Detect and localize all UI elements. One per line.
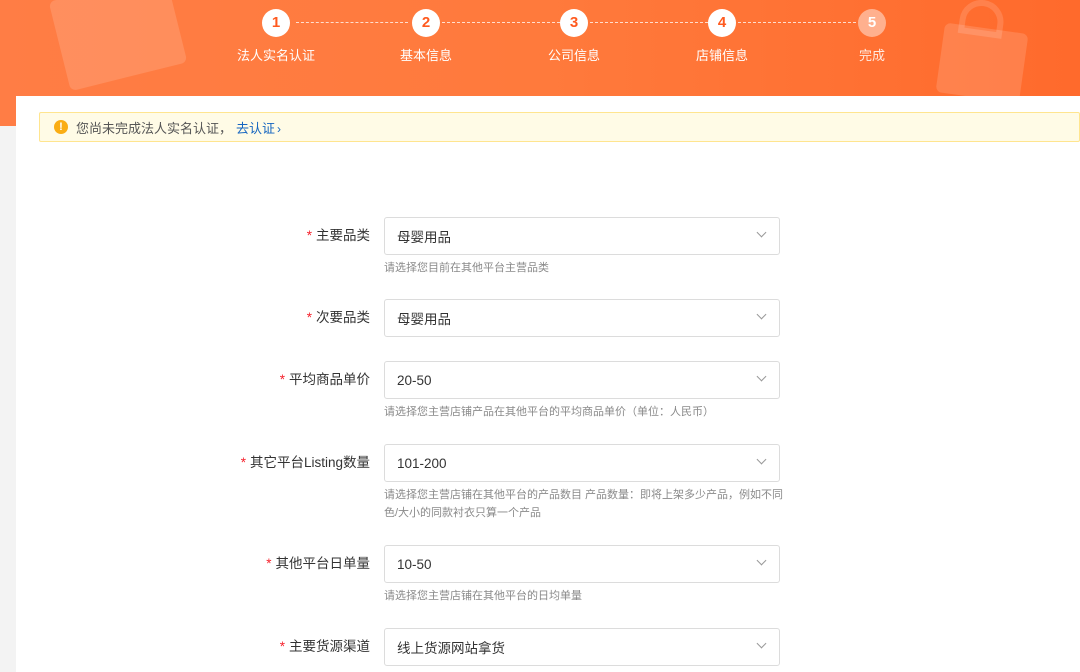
step-label: 完成 bbox=[858, 48, 885, 63]
main-category-select[interactable]: 母婴用品 bbox=[384, 217, 780, 255]
chevron-down-icon bbox=[756, 227, 767, 238]
field-hint: 请选择您主营店铺产品在其他平台的平均商品单价（单位：人民币） bbox=[384, 406, 714, 418]
step-1: 1 法人实名认证 bbox=[216, 9, 336, 64]
secondary-category-select[interactable]: 母婴用品 bbox=[384, 299, 780, 337]
step-label: 店铺信息 bbox=[695, 48, 748, 63]
step-number: 3 bbox=[560, 9, 588, 37]
average-price-select[interactable]: 20-50 bbox=[384, 361, 780, 399]
step-label: 法人实名认证 bbox=[236, 48, 315, 63]
required-star: * bbox=[266, 556, 272, 571]
chevron-down-icon bbox=[756, 371, 767, 382]
step-4: 4 店铺信息 bbox=[662, 9, 782, 64]
field-hint: 请选择您目前在其他平台主营品类 bbox=[384, 262, 549, 274]
step-number: 1 bbox=[262, 9, 290, 37]
form-panel: ! 您尚未完成法人实名认证， 去认证 › * 主要品类 母婴用品 请选择您目前在其他… bbox=[16, 96, 1080, 672]
required-star: * bbox=[306, 310, 312, 325]
required-star: * bbox=[279, 639, 285, 654]
required-star: * bbox=[279, 372, 285, 387]
field-hint: 请选择您主营店铺在其他平台的日均单量 bbox=[384, 590, 582, 602]
field-label: * 次要品类 bbox=[306, 310, 370, 325]
field-label: * 其它平台Listing数量 bbox=[240, 455, 370, 470]
chevron-down-icon bbox=[756, 638, 767, 649]
field-label: * 主要货源渠道 bbox=[279, 639, 370, 654]
step-5: 5 完成 bbox=[812, 9, 932, 64]
shopping-bag-decoration bbox=[48, 0, 188, 92]
step-2: 2 基本信息 bbox=[366, 9, 486, 64]
chevron-down-icon bbox=[756, 555, 767, 566]
field-hint: 请选择您主营店铺在其他平台的产品数目 产品数量：即将上架多少产品，例如不同色/大… bbox=[384, 489, 784, 519]
required-star: * bbox=[240, 455, 246, 470]
chevron-down-icon bbox=[756, 454, 767, 465]
go-verify-link[interactable]: 去认证 › bbox=[236, 118, 281, 137]
warning-icon: ! bbox=[54, 120, 68, 134]
listing-count-select[interactable]: 101-200 bbox=[384, 444, 780, 482]
step-3: 3 公司信息 bbox=[514, 9, 634, 64]
verification-notice: ! 您尚未完成法人实名认证， 去认证 › bbox=[39, 112, 1080, 142]
daily-orders-select[interactable]: 10-50 bbox=[384, 545, 780, 583]
step-label: 公司信息 bbox=[547, 48, 600, 63]
chevron-right-icon: › bbox=[277, 121, 282, 136]
field-label: * 其他平台日单量 bbox=[266, 556, 370, 571]
notice-text: 您尚未完成法人实名认证， bbox=[76, 120, 233, 136]
field-label: * 平均商品单价 bbox=[279, 372, 370, 387]
step-number: 5 bbox=[858, 9, 886, 37]
field-label: * 主要品类 bbox=[306, 228, 370, 243]
chevron-down-icon bbox=[756, 309, 767, 320]
step-number: 4 bbox=[708, 9, 736, 37]
bag-handle-decoration bbox=[957, 0, 1007, 39]
supply-channel-select[interactable]: 线上货源网站拿货 bbox=[384, 628, 780, 666]
step-number: 2 bbox=[412, 9, 440, 37]
step-label: 基本信息 bbox=[399, 48, 452, 63]
required-star: * bbox=[306, 228, 312, 243]
